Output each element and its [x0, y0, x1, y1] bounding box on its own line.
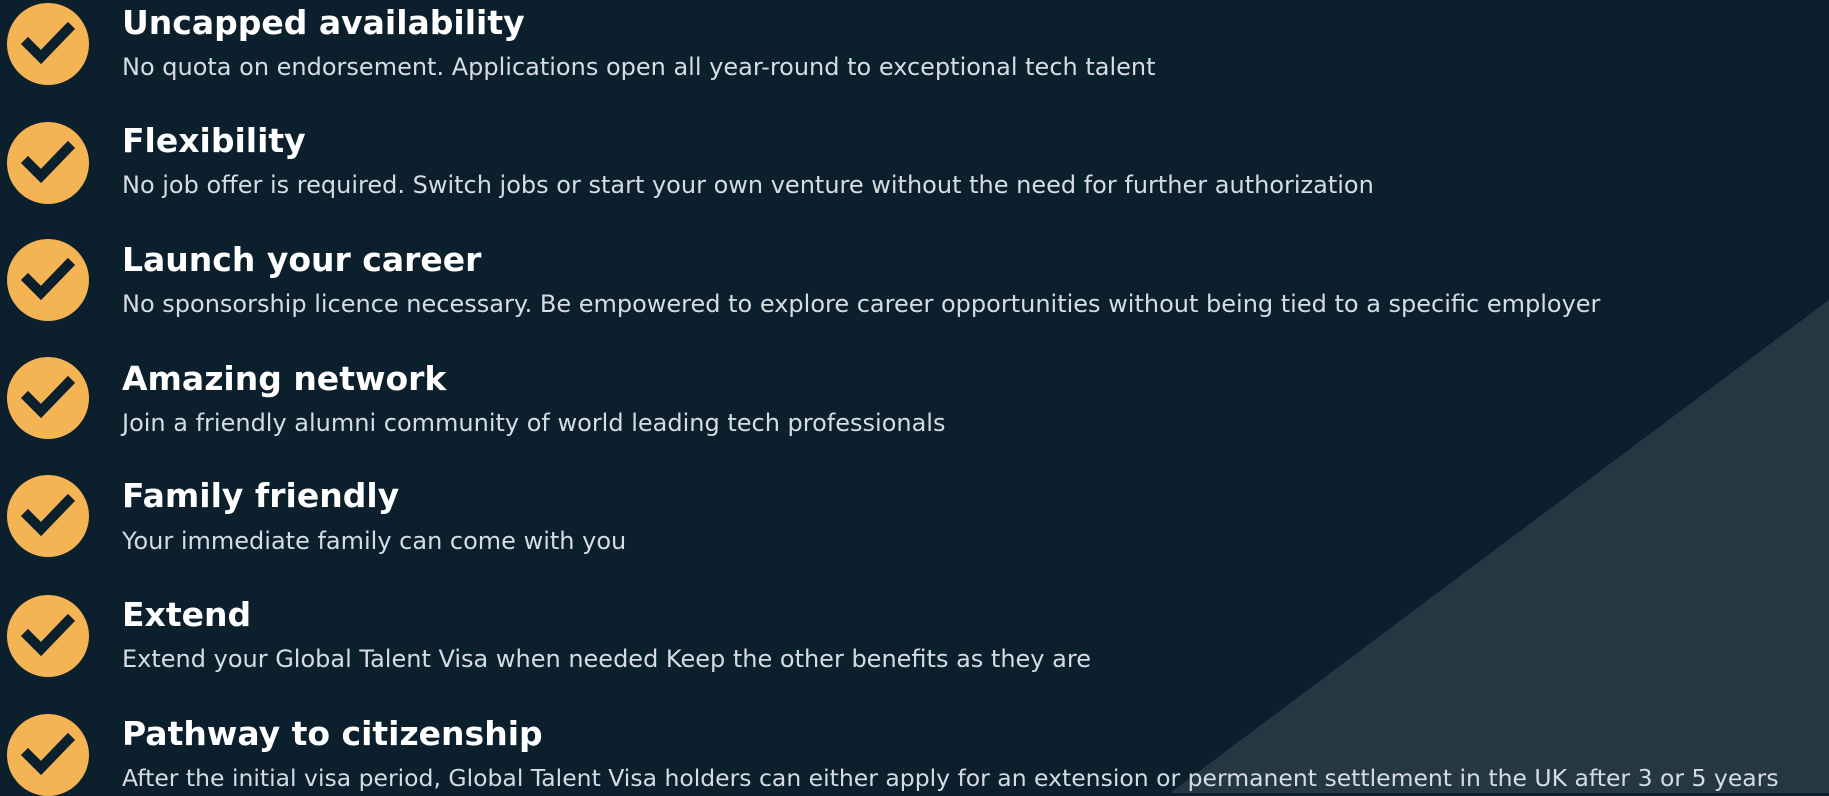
checkmark-circle-icon — [7, 595, 89, 677]
benefit-title: Pathway to citizenship — [122, 714, 543, 753]
benefit-title: Uncapped availability — [122, 3, 525, 42]
benefit-extend: Extend Extend your Global Talent Visa wh… — [0, 577, 1829, 677]
benefit-pathway-to-citizenship: Pathway to citizenship After the initial… — [0, 696, 1829, 796]
benefit-title: Family friendly — [122, 476, 400, 515]
benefit-description: Your immediate family can come with you — [122, 527, 627, 555]
benefit-description: No quota on endorsement. Applications op… — [122, 53, 1156, 81]
benefit-amazing-network: Amazing network Join a friendly alumni c… — [0, 340, 1829, 440]
benefit-uncapped-availability: Uncapped availability No quota on endors… — [0, 0, 1829, 100]
checkmark-circle-icon — [7, 122, 89, 204]
checkmark-circle-icon — [7, 239, 89, 321]
benefit-description: No job offer is required. Switch jobs or… — [122, 171, 1374, 199]
benefit-title: Launch your career — [122, 240, 482, 279]
benefit-description: Join a friendly alumni community of worl… — [122, 409, 946, 437]
benefit-flexibility: Flexibility No job offer is required. Sw… — [0, 102, 1829, 204]
benefit-title: Amazing network — [122, 359, 447, 398]
checkmark-circle-icon — [7, 357, 89, 439]
benefit-description: No sponsorship licence necessary. Be emp… — [122, 290, 1601, 318]
checkmark-circle-icon — [7, 714, 89, 796]
benefit-title: Extend — [122, 595, 252, 634]
benefit-description: Extend your Global Talent Visa when need… — [122, 645, 1091, 673]
checkmark-circle-icon — [7, 3, 89, 85]
checkmark-circle-icon — [7, 475, 89, 557]
benefit-title: Flexibility — [122, 121, 306, 160]
benefit-family-friendly: Family friendly Your immediate family ca… — [0, 459, 1829, 559]
benefit-description: After the initial visa period, Global Ta… — [122, 764, 1779, 792]
benefit-launch-your-career: Launch your career No sponsorship licenc… — [0, 221, 1829, 321]
